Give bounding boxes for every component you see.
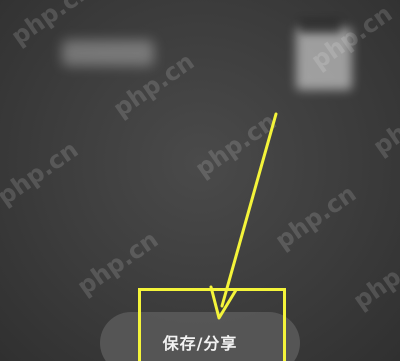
watermark: php.cn: [190, 107, 282, 183]
watermark: php.cn: [348, 239, 400, 315]
highlight-box: [138, 288, 286, 361]
watermark: php.cn: [270, 179, 362, 255]
app-screen: php.cn php.cn php.cn php.cn php.cn php.c…: [0, 0, 400, 361]
blurred-title-region: [62, 40, 154, 66]
watermark: php.cn: [368, 85, 400, 161]
watermark: php.cn: [0, 135, 84, 211]
